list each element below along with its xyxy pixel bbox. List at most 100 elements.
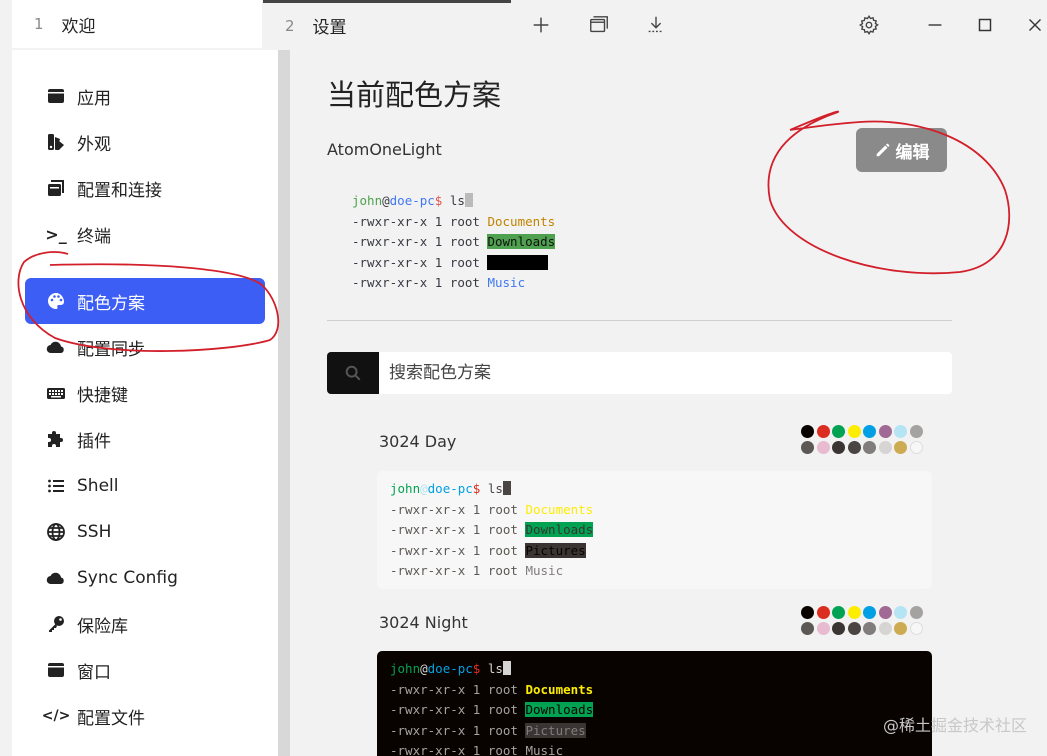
tab-number: 1 (34, 15, 44, 33)
palette-brush-icon (45, 131, 67, 153)
prompt-at: @ (420, 661, 428, 676)
sidebar-item-config-file[interactable]: </> 配置文件 (25, 693, 265, 739)
key-icon (45, 613, 67, 635)
perm-text: -rwxr-xr-x 1 root (390, 681, 518, 697)
color-swatch (801, 606, 814, 619)
prompt-user: john (352, 193, 383, 208)
entry-music: Music (525, 563, 564, 578)
current-scheme-preview: john@doe-pc$ ls -rwxr-xr-x 1 root Docume… (352, 191, 556, 294)
color-swatch (816, 425, 830, 438)
maximize-icon[interactable] (970, 10, 1000, 40)
perm-text: -rwxr-xr-x 1 root (390, 501, 518, 517)
sidebar-item-label: 配置文件 (77, 708, 145, 729)
tab-label: 设置 (312, 18, 347, 38)
section-divider (327, 320, 952, 321)
color-swatch (894, 622, 907, 635)
color-swatch (909, 441, 923, 454)
entry-pictures: Pictures (525, 542, 586, 558)
prompt-command: ls (487, 481, 503, 496)
sidebar-item-color-scheme[interactable]: 配色方案 (25, 278, 265, 324)
entry-pictures: Pictures (525, 722, 586, 738)
sidebar-item-appearance[interactable]: 外观 (25, 119, 265, 165)
sidebar-scrollbar[interactable] (278, 50, 290, 756)
cursor (502, 661, 511, 675)
profiles-icon (45, 177, 67, 199)
perm-text: -rwxr-xr-x 1 root (352, 234, 480, 249)
prompt-user: john (390, 661, 421, 676)
sidebar-item-app[interactable]: 应用 (25, 73, 265, 119)
prompt-command: ls (449, 193, 465, 208)
minimize-icon[interactable] (920, 10, 950, 40)
color-swatch (847, 441, 861, 454)
sidebar-item-label: 终端 (77, 226, 111, 247)
gear-icon[interactable] (854, 10, 884, 40)
color-swatch (863, 425, 876, 438)
sidebar-item-label: 插件 (77, 431, 111, 452)
color-swatch (816, 606, 830, 619)
sidebar-item-config-sync[interactable]: 配置同步 (25, 324, 265, 370)
perm-text: -rwxr-xr-x 1 root (390, 522, 518, 537)
sidebar-item-label: 配置和连接 (77, 180, 162, 201)
edit-button[interactable]: 编辑 (856, 128, 947, 172)
cloud-icon (45, 567, 67, 589)
prompt-line: john@doe-pc$ ls (352, 191, 555, 212)
window-icon[interactable] (584, 10, 614, 40)
color-swatch (909, 622, 923, 635)
color-scheme-panel: 当前配色方案 AtomOneLight 编辑 john@doe-pc$ ls -… (290, 50, 1047, 756)
sidebar-item-hotkeys[interactable]: 快捷键 (25, 370, 265, 416)
prompt-command: ls (487, 661, 503, 676)
sidebar-item-ssh[interactable]: SSH (25, 509, 265, 555)
sidebar-item-vault[interactable]: 保险库 (25, 601, 265, 647)
download-icon[interactable] (641, 10, 671, 40)
color-swatch (878, 425, 892, 438)
puzzle-icon (45, 428, 67, 450)
color-swatch (832, 606, 845, 619)
color-swatch (832, 425, 845, 438)
sidebar-item-shell[interactable]: Shell (25, 463, 265, 509)
close-icon[interactable] (1020, 10, 1047, 40)
color-swatch (816, 441, 830, 454)
listing-line: -rwxr-xr-x 1 root Pictures (352, 253, 555, 274)
sidebar-item-label: 应用 (77, 88, 111, 109)
prompt-host: doe-pc (427, 481, 473, 496)
sidebar-item-terminal[interactable]: >_ 终端 (25, 211, 265, 257)
keyboard-icon (45, 382, 67, 404)
tab-welcome[interactable]: 1 欢迎 (12, 0, 262, 48)
sidebar-item-label: Sync Config (77, 568, 178, 588)
edit-button-label: 编辑 (895, 142, 930, 163)
prompt-host: doe-pc (389, 193, 435, 208)
color-swatch (847, 425, 861, 438)
listing-line: -rwxr-xr-x 1 root Documents (352, 212, 555, 233)
tab-number: 2 (285, 16, 295, 35)
pencil-icon (876, 143, 889, 157)
prompt-symbol: $ (434, 193, 443, 208)
title-bar: 1 欢迎 2 设置 (0, 0, 1047, 50)
prompt-at: @ (420, 481, 428, 496)
sidebar-item-window[interactable]: 窗口 (25, 647, 265, 693)
perm-text: -rwxr-xr-x 1 root (390, 542, 518, 558)
sidebar-item-sync-config[interactable]: Sync Config (25, 555, 265, 601)
sidebar-item-label: 快捷键 (77, 385, 128, 406)
plus-icon[interactable] (526, 10, 556, 40)
entry-downloads: Downloads (487, 234, 556, 249)
entry-downloads: Downloads (525, 522, 594, 537)
perm-text: -rwxr-xr-x 1 root (352, 275, 480, 290)
scheme-name: 3024 Day (379, 432, 457, 451)
search-input[interactable] (389, 352, 939, 394)
cursor (502, 481, 511, 495)
scheme-name: 3024 Night (379, 613, 468, 632)
listing-line: -rwxr-xr-x 1 root Music (352, 273, 555, 294)
color-swatch (801, 622, 814, 635)
prompt-symbol: $ (472, 661, 481, 676)
search-icon[interactable] (327, 352, 379, 394)
color-swatch (878, 606, 892, 619)
sidebar-item-plugins[interactable]: 插件 (25, 416, 265, 462)
perm-text: -rwxr-xr-x 1 root (352, 213, 480, 229)
tab-settings[interactable]: 2 设置 (263, 0, 511, 48)
color-swatch (909, 606, 923, 619)
sidebar-item-profiles[interactable]: 配置和连接 (25, 165, 265, 211)
color-swatch (878, 441, 892, 454)
sidebar-item-label: 外观 (77, 134, 111, 155)
window-icon (45, 659, 67, 681)
entry-pictures: Pictures (487, 254, 548, 270)
